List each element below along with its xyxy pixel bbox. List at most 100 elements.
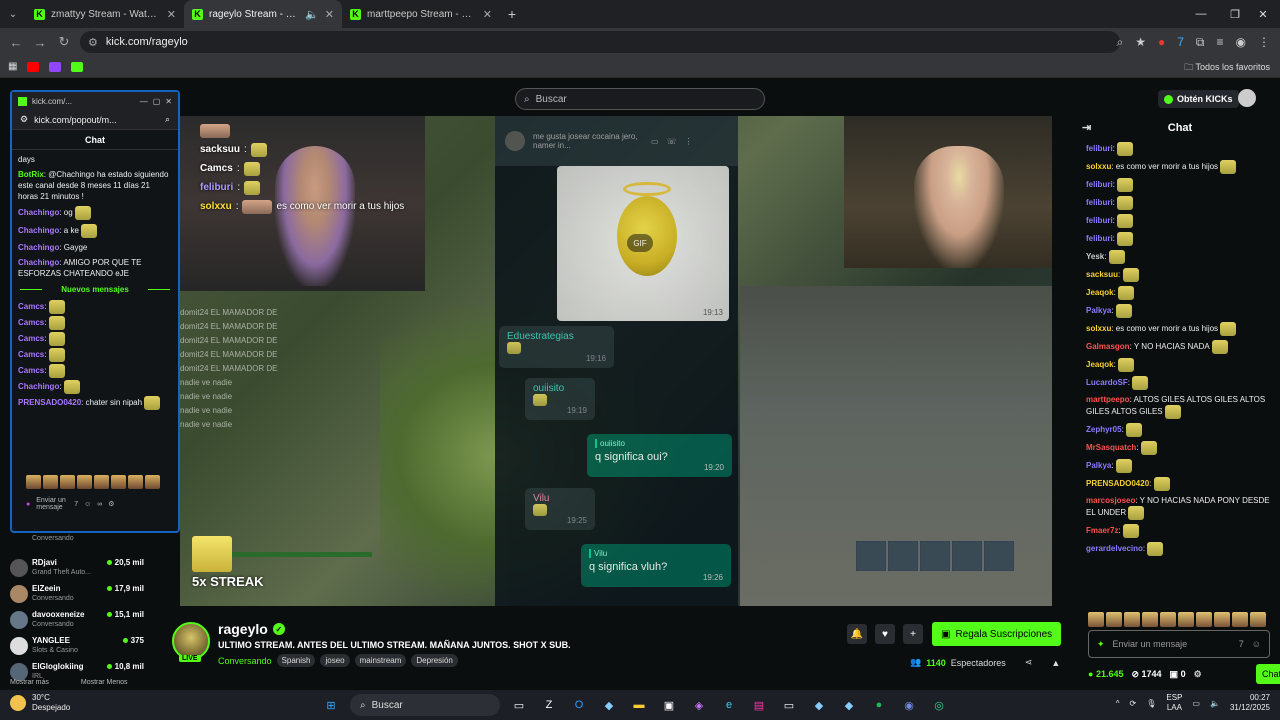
zoom-icon[interactable]: ⌕ [1116,35,1123,50]
file-explorer-icon[interactable]: ▬ [628,694,650,716]
mic-icon[interactable]: 🎙 [1146,699,1156,708]
emote-button[interactable] [1250,612,1266,627]
network-icon[interactable]: ▭ [1192,699,1200,708]
emote-button[interactable] [128,475,143,489]
chat-username[interactable]: marcosjoseo [1086,496,1135,505]
msg-user[interactable]: Chachingo [18,258,59,267]
msg-user[interactable]: Camcs [18,366,44,375]
apps-grid-icon[interactable]: ▦ [8,61,17,72]
msg-user[interactable]: PRENSADO0420 [18,398,81,407]
gift-icon[interactable]: + [903,624,923,644]
gift-subs-button[interactable]: ▣ Regala Suscripciones [932,622,1062,646]
chat-username[interactable]: PRENSADO0420 [1086,479,1149,488]
emote-button[interactable] [1106,612,1122,627]
chat-username[interactable]: sacksuu [1086,270,1118,279]
emote-button[interactable] [1142,612,1158,627]
menu-kebab-icon[interactable]: ⋮ [1258,35,1270,49]
chat-username[interactable]: Jeaqok [1086,288,1114,297]
gifts-count[interactable]: ▣ 0 [1170,669,1186,680]
chat-username[interactable]: Fmaer7z [1086,526,1118,535]
category-link[interactable]: Conversando [218,656,272,666]
chat-username[interactable]: Zephyr05 [1086,425,1122,434]
zoom-icon[interactable]: ⌕ [165,114,170,125]
emote-button[interactable] [1088,612,1104,627]
channel-name[interactable]: rageylo [218,621,268,637]
chat-username[interactable]: gerardelvecino [1086,544,1143,553]
user-avatar[interactable] [1238,89,1256,107]
emoji-icon[interactable]: ☺ [84,501,91,508]
steam-icon[interactable]: ◆ [838,694,860,716]
edge-icon[interactable]: e [718,694,740,716]
new-tab-button[interactable]: + [500,6,524,22]
bookmark-star-icon[interactable]: ★ [1135,35,1146,49]
sync-icon[interactable]: ⟳ [1130,699,1137,708]
media-control-icon[interactable]: ≡ [1217,35,1224,49]
sparkle-icon[interactable]: ✦ [1097,639,1105,650]
tab-rageylo[interactable]: K rageylo Stream - Watch Live 🔈 ✕ [184,0,342,28]
chat-username[interactable]: feliburi [1086,234,1113,243]
recommended-item[interactable]: YANGLEE Slots & Casino 375 [0,633,170,659]
share-icon[interactable]: ⋖ [1025,657,1033,668]
msg-user[interactable]: Camcs [18,318,44,327]
chat-username[interactable]: marttpeepo [1086,395,1130,404]
close-tab-icon[interactable]: ✕ [325,8,334,21]
msg-user[interactable]: Chachingo [18,382,59,391]
site-info-icon[interactable]: ⚙ [20,114,28,125]
points-balance[interactable]: ⊘ 1744 [1131,669,1161,680]
emote-button[interactable] [1124,612,1140,627]
show-less-link[interactable]: Mostrar Menos [81,679,128,686]
recommended-item[interactable]: RDjavi Grand Theft Auto... 20,5 mil [0,555,170,581]
tag[interactable]: mainstream [354,654,407,667]
chat-settings-icon[interactable]: ⚙ [1194,669,1202,680]
tag[interactable]: joseo [320,654,350,667]
msg-user[interactable]: Camcs [18,334,44,343]
youtube-bookmark-icon[interactable] [27,61,40,72]
popout-message-input[interactable]: ● Enviar un mensaje 7 ☺ ∞ ⚙ [26,492,172,516]
emote-button[interactable] [1232,612,1248,627]
chat-username[interactable]: Yesk [1086,252,1104,261]
chat-username[interactable]: solxxu [1086,162,1111,171]
twitch-bookmark-icon[interactable] [49,61,62,72]
chat-username[interactable]: Galmasgon [1086,342,1130,351]
speaker-icon[interactable]: 🔈 [305,8,319,21]
chat-username[interactable]: feliburi [1086,198,1113,207]
steam-icon[interactable]: ◆ [598,694,620,716]
kicks-balance[interactable]: ● 21.645 [1088,669,1123,679]
minimize-icon[interactable]: — [1184,0,1218,28]
emote-button[interactable] [1160,612,1176,627]
extension-icon[interactable]: ● [1158,35,1165,49]
notification-bell-icon[interactable]: 🔔 [847,624,867,644]
language-indicator[interactable]: ESP LAA [1166,693,1182,713]
chrome-icon[interactable]: ◎ [928,694,950,716]
follow-heart-icon[interactable]: ♥ [875,624,895,644]
settings-icon[interactable]: ⚙ [108,500,114,508]
zed-app-icon[interactable]: Z [538,694,560,716]
microphone-icon[interactable]: ● [26,501,30,508]
copilot-icon[interactable]: ◈ [688,694,710,716]
recommended-item[interactable]: davooxeneize Conversando 15,1 mil [0,607,170,633]
emote-button[interactable] [111,475,126,489]
7tv-icon[interactable]: 7 [74,501,78,508]
show-more-link[interactable]: Mostrar más [10,679,49,686]
msg-user[interactable]: Chachingo [18,208,59,217]
app-icon[interactable]: ▤ [748,694,770,716]
spotify-icon[interactable]: ● [868,694,890,716]
chat-username[interactable]: MrSasquatch [1086,443,1136,452]
emote-button[interactable] [1196,612,1212,627]
emote-button[interactable] [1214,612,1230,627]
7tv-icon[interactable]: 7 [1239,639,1244,649]
collapse-chat-icon[interactable]: ⇥ [1082,121,1091,134]
outlook-icon[interactable]: O [568,694,590,716]
back-icon[interactable]: ← [4,35,28,50]
task-view-icon[interactable]: ▭ [508,694,530,716]
close-tab-icon[interactable]: ✕ [167,8,176,21]
msg-user[interactable]: Camcs [18,350,44,359]
chat-message-input[interactable]: ✦ Enviar un mensaje 7 ☺ [1088,630,1270,658]
clock[interactable]: 00:27 31/12/2025 [1230,693,1270,713]
show-hidden-icon[interactable]: ^ [1116,699,1120,708]
send-chat-button[interactable]: Chat [1256,664,1280,684]
close-tab-icon[interactable]: ✕ [483,8,492,21]
msg-user[interactable]: Camcs [18,302,44,311]
emote-button[interactable] [77,475,92,489]
7tv-extension-icon[interactable]: 7 [1177,35,1184,49]
